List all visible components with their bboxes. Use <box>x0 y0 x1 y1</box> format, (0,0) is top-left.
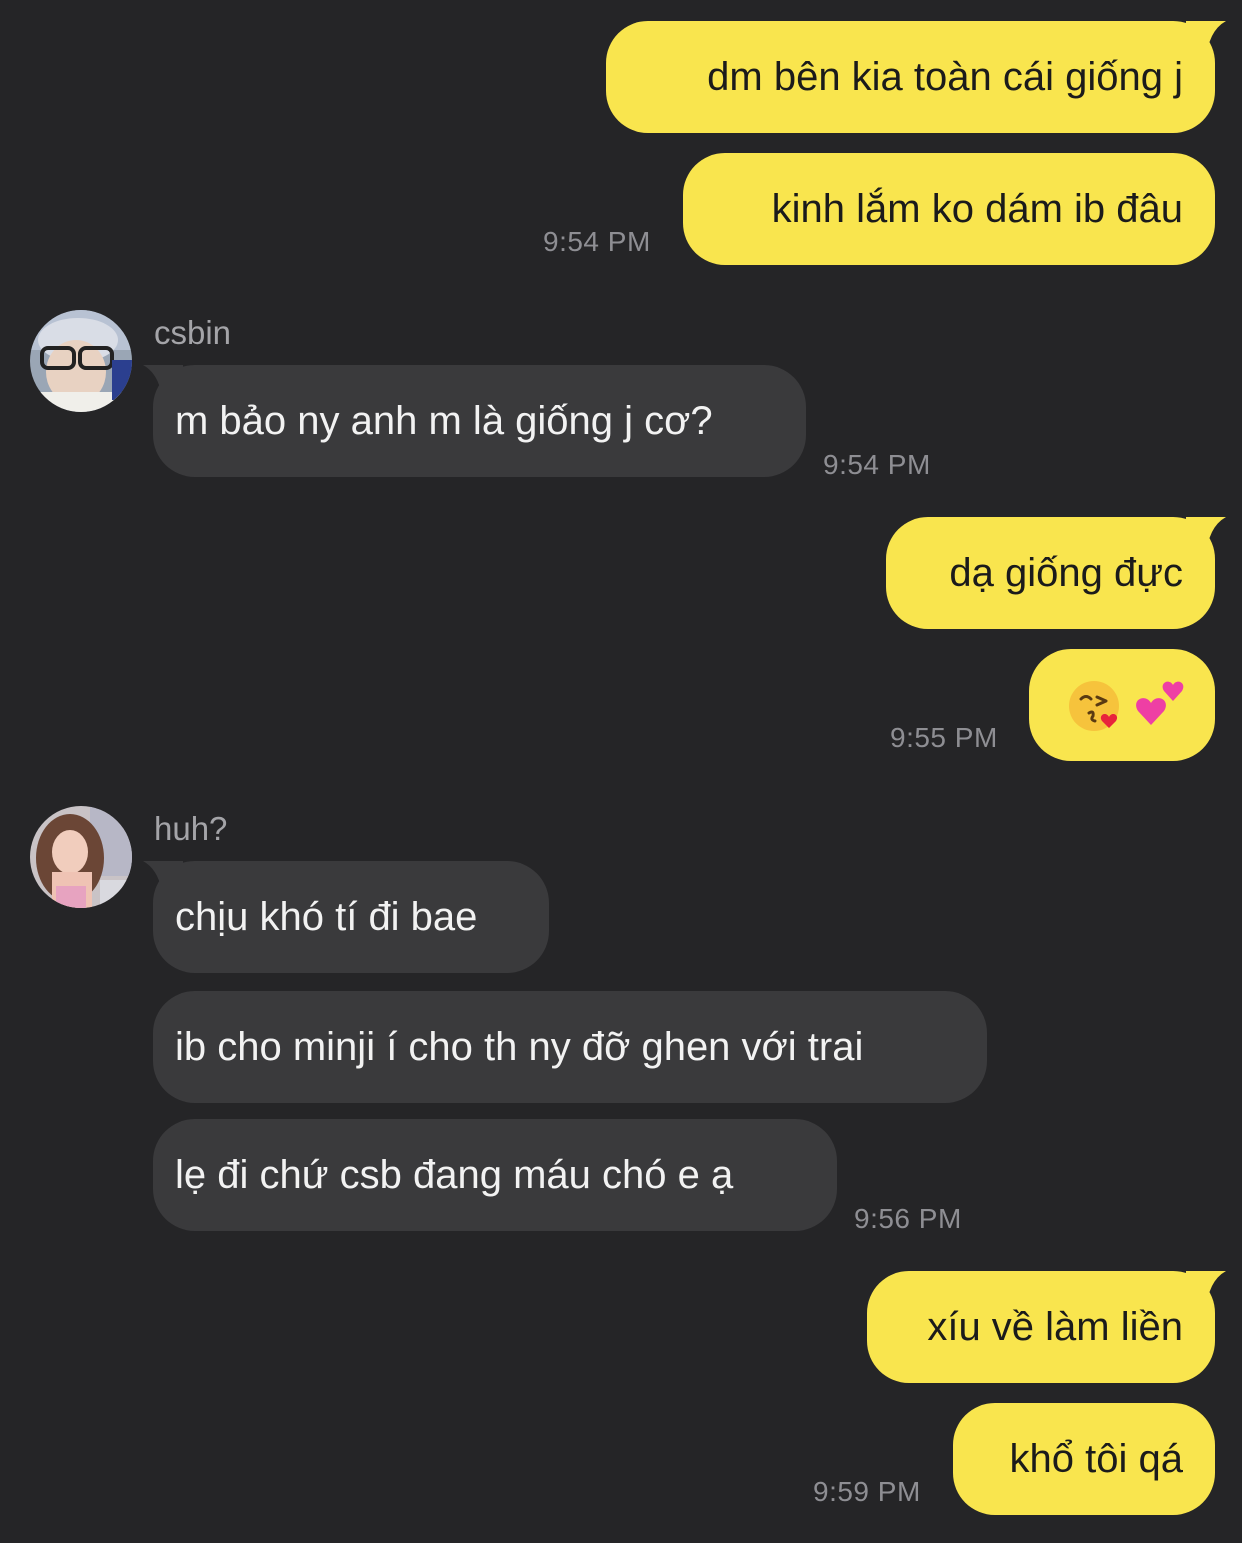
message-text: chịu khó tí đi bae <box>175 895 478 939</box>
message-text: dạ giống đực <box>949 551 1183 595</box>
message-text: xíu về làm liền <box>927 1305 1183 1349</box>
message-timestamp: 9:59 PM <box>813 1476 921 1507</box>
message-timestamp: 9:54 PM <box>543 226 651 257</box>
outgoing-message-bubble[interactable]: dm bên kia toàn cái giống j <box>606 21 1226 133</box>
avatar[interactable] <box>30 310 132 412</box>
bubble-tail <box>143 861 183 901</box>
bubble-tail <box>143 365 183 405</box>
outgoing-message-bubble[interactable]: kinh lắm ko dám ib đâu <box>683 153 1215 265</box>
avatar-photo-csbin <box>30 310 132 412</box>
bubble-tail <box>1186 21 1226 61</box>
two-hearts-icon <box>1136 681 1184 725</box>
incoming-message-bubble[interactable]: ib cho minji í cho th ny đỡ ghen với tra… <box>153 991 987 1103</box>
message-text: dm bên kia toàn cái giống j <box>707 55 1183 99</box>
incoming-message-bubble[interactable]: m bảo ny anh m là giống j cơ? <box>143 365 806 477</box>
sender-name: csbin <box>154 314 232 351</box>
incoming-message-bubble[interactable]: lẹ đi chứ csb đang máu chó e ạ <box>153 1119 837 1231</box>
message-timestamp: 9:54 PM <box>823 449 931 480</box>
outgoing-emoji-bubble[interactable] <box>1029 649 1215 761</box>
message-text: lẹ đi chứ csb đang máu chó e ạ <box>175 1153 734 1197</box>
avatar[interactable] <box>30 806 132 908</box>
outgoing-message-bubble[interactable]: khổ tôi qá <box>953 1403 1215 1515</box>
bubble-tail <box>1186 1271 1226 1311</box>
bubble-tail <box>1186 517 1226 557</box>
avatar-photo-huh <box>30 806 132 908</box>
outgoing-message-bubble[interactable]: xíu về làm liền <box>867 1271 1226 1383</box>
message-text: khổ tôi qá <box>1009 1437 1183 1481</box>
sender-name: huh? <box>154 810 228 847</box>
emoji-row <box>1067 649 1189 761</box>
outgoing-message-bubble[interactable]: dạ giống đực <box>886 517 1226 629</box>
incoming-message-bubble[interactable]: chịu khó tí đi bae <box>143 861 549 973</box>
message-timestamp: 9:56 PM <box>854 1203 962 1234</box>
message-text: m bảo ny anh m là giống j cơ? <box>175 399 713 443</box>
message-text: ib cho minji í cho th ny đỡ ghen với tra… <box>175 1025 864 1069</box>
message-timestamp: 9:55 PM <box>890 722 998 753</box>
message-text: kinh lắm ko dám ib đâu <box>771 187 1183 231</box>
kissing-face-with-heart-icon <box>1069 681 1119 731</box>
